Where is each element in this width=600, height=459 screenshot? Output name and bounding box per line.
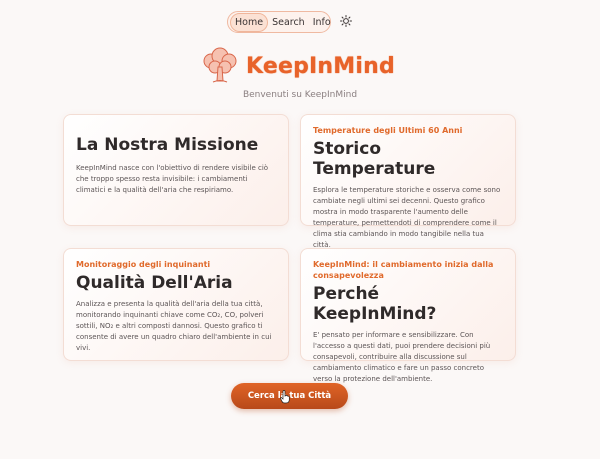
card-body: Analizza e presenta la qualità dell'aria… [76,300,272,352]
temperature-card[interactable]: Temperature degli Ultimi 60 Anni Storico… [300,114,516,249]
card-body: Esplora le temperature storiche e osserv… [313,186,501,249]
card-title: La Nostra Missione [76,135,259,155]
card-body: E' pensato per informare e sensibilizzar… [313,331,491,383]
welcome-text: Benvenuti su KeepInMind [242,90,358,100]
air-quality-card[interactable]: Monitoraggio degli inquinanti Qualità De… [63,248,289,361]
top-nav: Home Search Info [227,11,331,33]
card-title: Storico Temperature [313,139,436,179]
why-card: KeepInMind: il cambiamento inizia dalla … [300,248,516,383]
nav-item-info[interactable]: Info [309,14,335,31]
nav-item-search[interactable]: Search [268,14,309,31]
card-subtitle: Temperature degli Ultimi 60 Anni [313,126,463,135]
card-subtitle: KeepInMind: il cambiamento inizia dalla … [313,260,494,280]
card-body: KeepInMind nasce con l'obiettivo di rend… [76,164,269,194]
brand-logo: KeepInMind [200,46,400,86]
hand-cursor-icon [280,390,290,404]
nav-item-home[interactable]: Home [230,12,269,32]
sun-icon[interactable] [339,14,352,27]
card-title: Perché KeepInMind? [313,284,437,324]
tree-cloud-icon [203,47,237,83]
brand-name: KeepInMind [246,53,395,79]
card-subtitle: Monitoraggio degli inquinanti [76,260,211,269]
card-title: Qualità Dell'Aria [76,273,233,293]
mission-card: La Nostra Missione KeepInMind nasce con … [63,114,289,226]
